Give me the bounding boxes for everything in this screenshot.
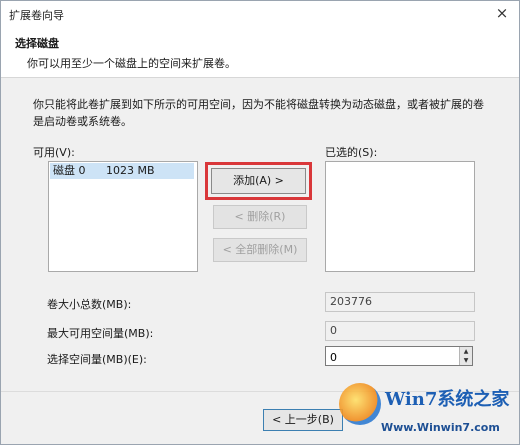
- total-size-field: 203776: [325, 292, 475, 312]
- selected-label: 已选的(S):: [325, 146, 378, 159]
- stepper-buttons: ▲ ▼: [459, 347, 472, 365]
- watermark: Win7系统之家 Www.Winwin7.com: [335, 379, 519, 443]
- list-item-disk-0[interactable]: 磁盘 0 1023 MB: [50, 163, 194, 179]
- add-button[interactable]: 添加(A) >: [211, 168, 306, 194]
- select-amount-input[interactable]: [326, 347, 446, 367]
- disk-name: 磁盘 0: [53, 164, 86, 177]
- disk-size: 1023 MB: [106, 164, 155, 177]
- remove-all-button[interactable]: < 全部删除(M): [213, 238, 307, 262]
- remove-button[interactable]: < 删除(R): [213, 205, 307, 229]
- window-title: 扩展卷向导: [9, 9, 64, 22]
- windows-logo-icon: [339, 383, 381, 425]
- page-title: 选择磁盘: [15, 37, 59, 50]
- title-bar: 扩展卷向导 ×: [1, 1, 519, 27]
- select-amount-label: 选择空间量(MB)(E):: [47, 353, 147, 366]
- available-label: 可用(V):: [33, 146, 75, 159]
- available-disk-list[interactable]: 磁盘 0 1023 MB: [48, 161, 198, 272]
- max-available-label: 最大可用空间量(MB):: [47, 327, 154, 340]
- total-size-label: 卷大小总数(MB):: [47, 298, 132, 311]
- description-text: 你只能将此卷扩展到如下所示的可用空间，因为不能将磁盘转换为动态磁盘，或者被扩展的…: [33, 98, 484, 128]
- close-icon[interactable]: ×: [489, 3, 515, 23]
- watermark-url: Www.Winwin7.com: [381, 421, 500, 434]
- wizard-header: 选择磁盘 你可以用至少一个磁盘上的空间来扩展卷。: [1, 27, 519, 78]
- stepper-down-icon[interactable]: ▼: [459, 356, 472, 365]
- extend-volume-wizard-dialog: 扩展卷向导 × 选择磁盘 你可以用至少一个磁盘上的空间来扩展卷。 你只能将此卷扩…: [0, 0, 520, 445]
- page-subtitle: 你可以用至少一个磁盘上的空间来扩展卷。: [27, 57, 236, 70]
- watermark-brand: Win7系统之家: [385, 389, 510, 410]
- max-available-field: 0: [325, 321, 475, 341]
- select-amount-stepper[interactable]: ▲ ▼: [325, 346, 473, 367]
- selected-disk-list[interactable]: [325, 161, 475, 272]
- back-button[interactable]: < 上一步(B): [263, 409, 343, 431]
